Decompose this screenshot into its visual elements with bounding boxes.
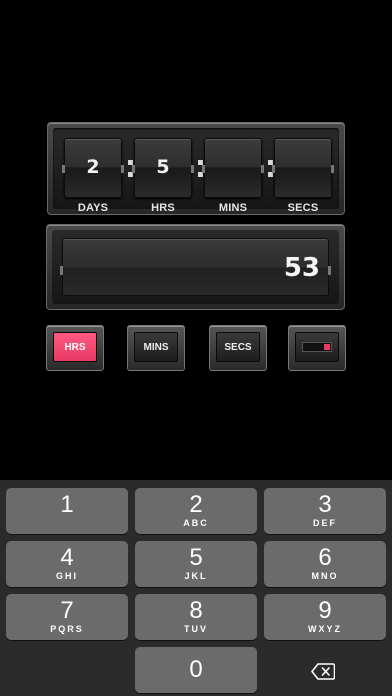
toggle-switch-face [295, 332, 339, 362]
minutes-label: MINS [218, 202, 248, 214]
backspace-button[interactable] [262, 648, 384, 694]
hours-flip-card[interactable]: 5 [132, 138, 194, 198]
mins-mode-label: MINS [134, 332, 178, 362]
toggle-switch-icon [302, 342, 332, 352]
key-number: 8 [189, 597, 203, 624]
key-9[interactable]: 9 WXYZ [264, 594, 386, 640]
countdown-panel: 2 5 DAYS HRS MINS SECS [47, 122, 345, 215]
key-2[interactable]: 2 ABC [135, 488, 257, 534]
mins-mode-button[interactable]: MINS [127, 325, 185, 371]
key-number: 6 [318, 544, 332, 571]
hours-value: 5 [156, 156, 170, 178]
value-display: 53 [46, 224, 345, 310]
days-label: DAYS [77, 202, 109, 214]
hrs-mode-button[interactable]: HRS [46, 325, 104, 371]
key-7[interactable]: 7 PQRS [6, 594, 128, 640]
hours-label: HRS [151, 202, 175, 214]
key-number: 1 [60, 491, 74, 518]
key-1[interactable]: 1 [6, 488, 128, 534]
key-4[interactable]: 4 GHI [6, 541, 128, 587]
toggle-switch-button[interactable] [288, 325, 346, 371]
key-number: 5 [189, 544, 203, 571]
key-3[interactable]: 3 DEF [264, 488, 386, 534]
numeric-keypad: 1 2 ABC 3 DEF 4 GHI 5 JKL 6 MNO 7 PQRS 8… [0, 480, 392, 696]
key-letters: ABC [183, 518, 209, 528]
days-value: 2 [86, 156, 100, 178]
key-0[interactable]: 0 [135, 647, 257, 693]
secs-mode-label: SECS [216, 332, 260, 362]
key-8[interactable]: 8 TUV [135, 594, 257, 640]
days-flip-card[interactable]: 2 [62, 138, 124, 198]
key-letters: WXYZ [308, 624, 342, 634]
key-number: 2 [189, 491, 203, 518]
key-letters: GHI [55, 571, 78, 581]
key-number: 3 [318, 491, 332, 518]
countdown-panel-inner: 2 5 DAYS HRS MINS SECS [53, 128, 339, 214]
hrs-mode-label: HRS [53, 332, 97, 362]
key-number: 7 [60, 597, 74, 624]
backspace-icon [311, 662, 335, 680]
key-number: 0 [189, 656, 203, 683]
seconds-label: SECS [287, 202, 319, 214]
key-number: 9 [318, 597, 332, 624]
value-display-inner: 53 [52, 230, 339, 304]
seconds-flip-card[interactable] [272, 138, 334, 198]
key-letters: JKL [184, 571, 208, 581]
display-value: 53 [283, 253, 320, 283]
key-letters: MNO [311, 571, 339, 581]
key-letters: TUV [184, 624, 208, 634]
key-number: 4 [60, 544, 74, 571]
key-6[interactable]: 6 MNO [264, 541, 386, 587]
minutes-flip-card[interactable] [202, 138, 264, 198]
secs-mode-button[interactable]: SECS [209, 325, 267, 371]
value-display-screen[interactable]: 53 [60, 238, 331, 296]
key-letters: PQRS [50, 624, 84, 634]
key-letters: DEF [313, 518, 337, 528]
key-5[interactable]: 5 JKL [135, 541, 257, 587]
